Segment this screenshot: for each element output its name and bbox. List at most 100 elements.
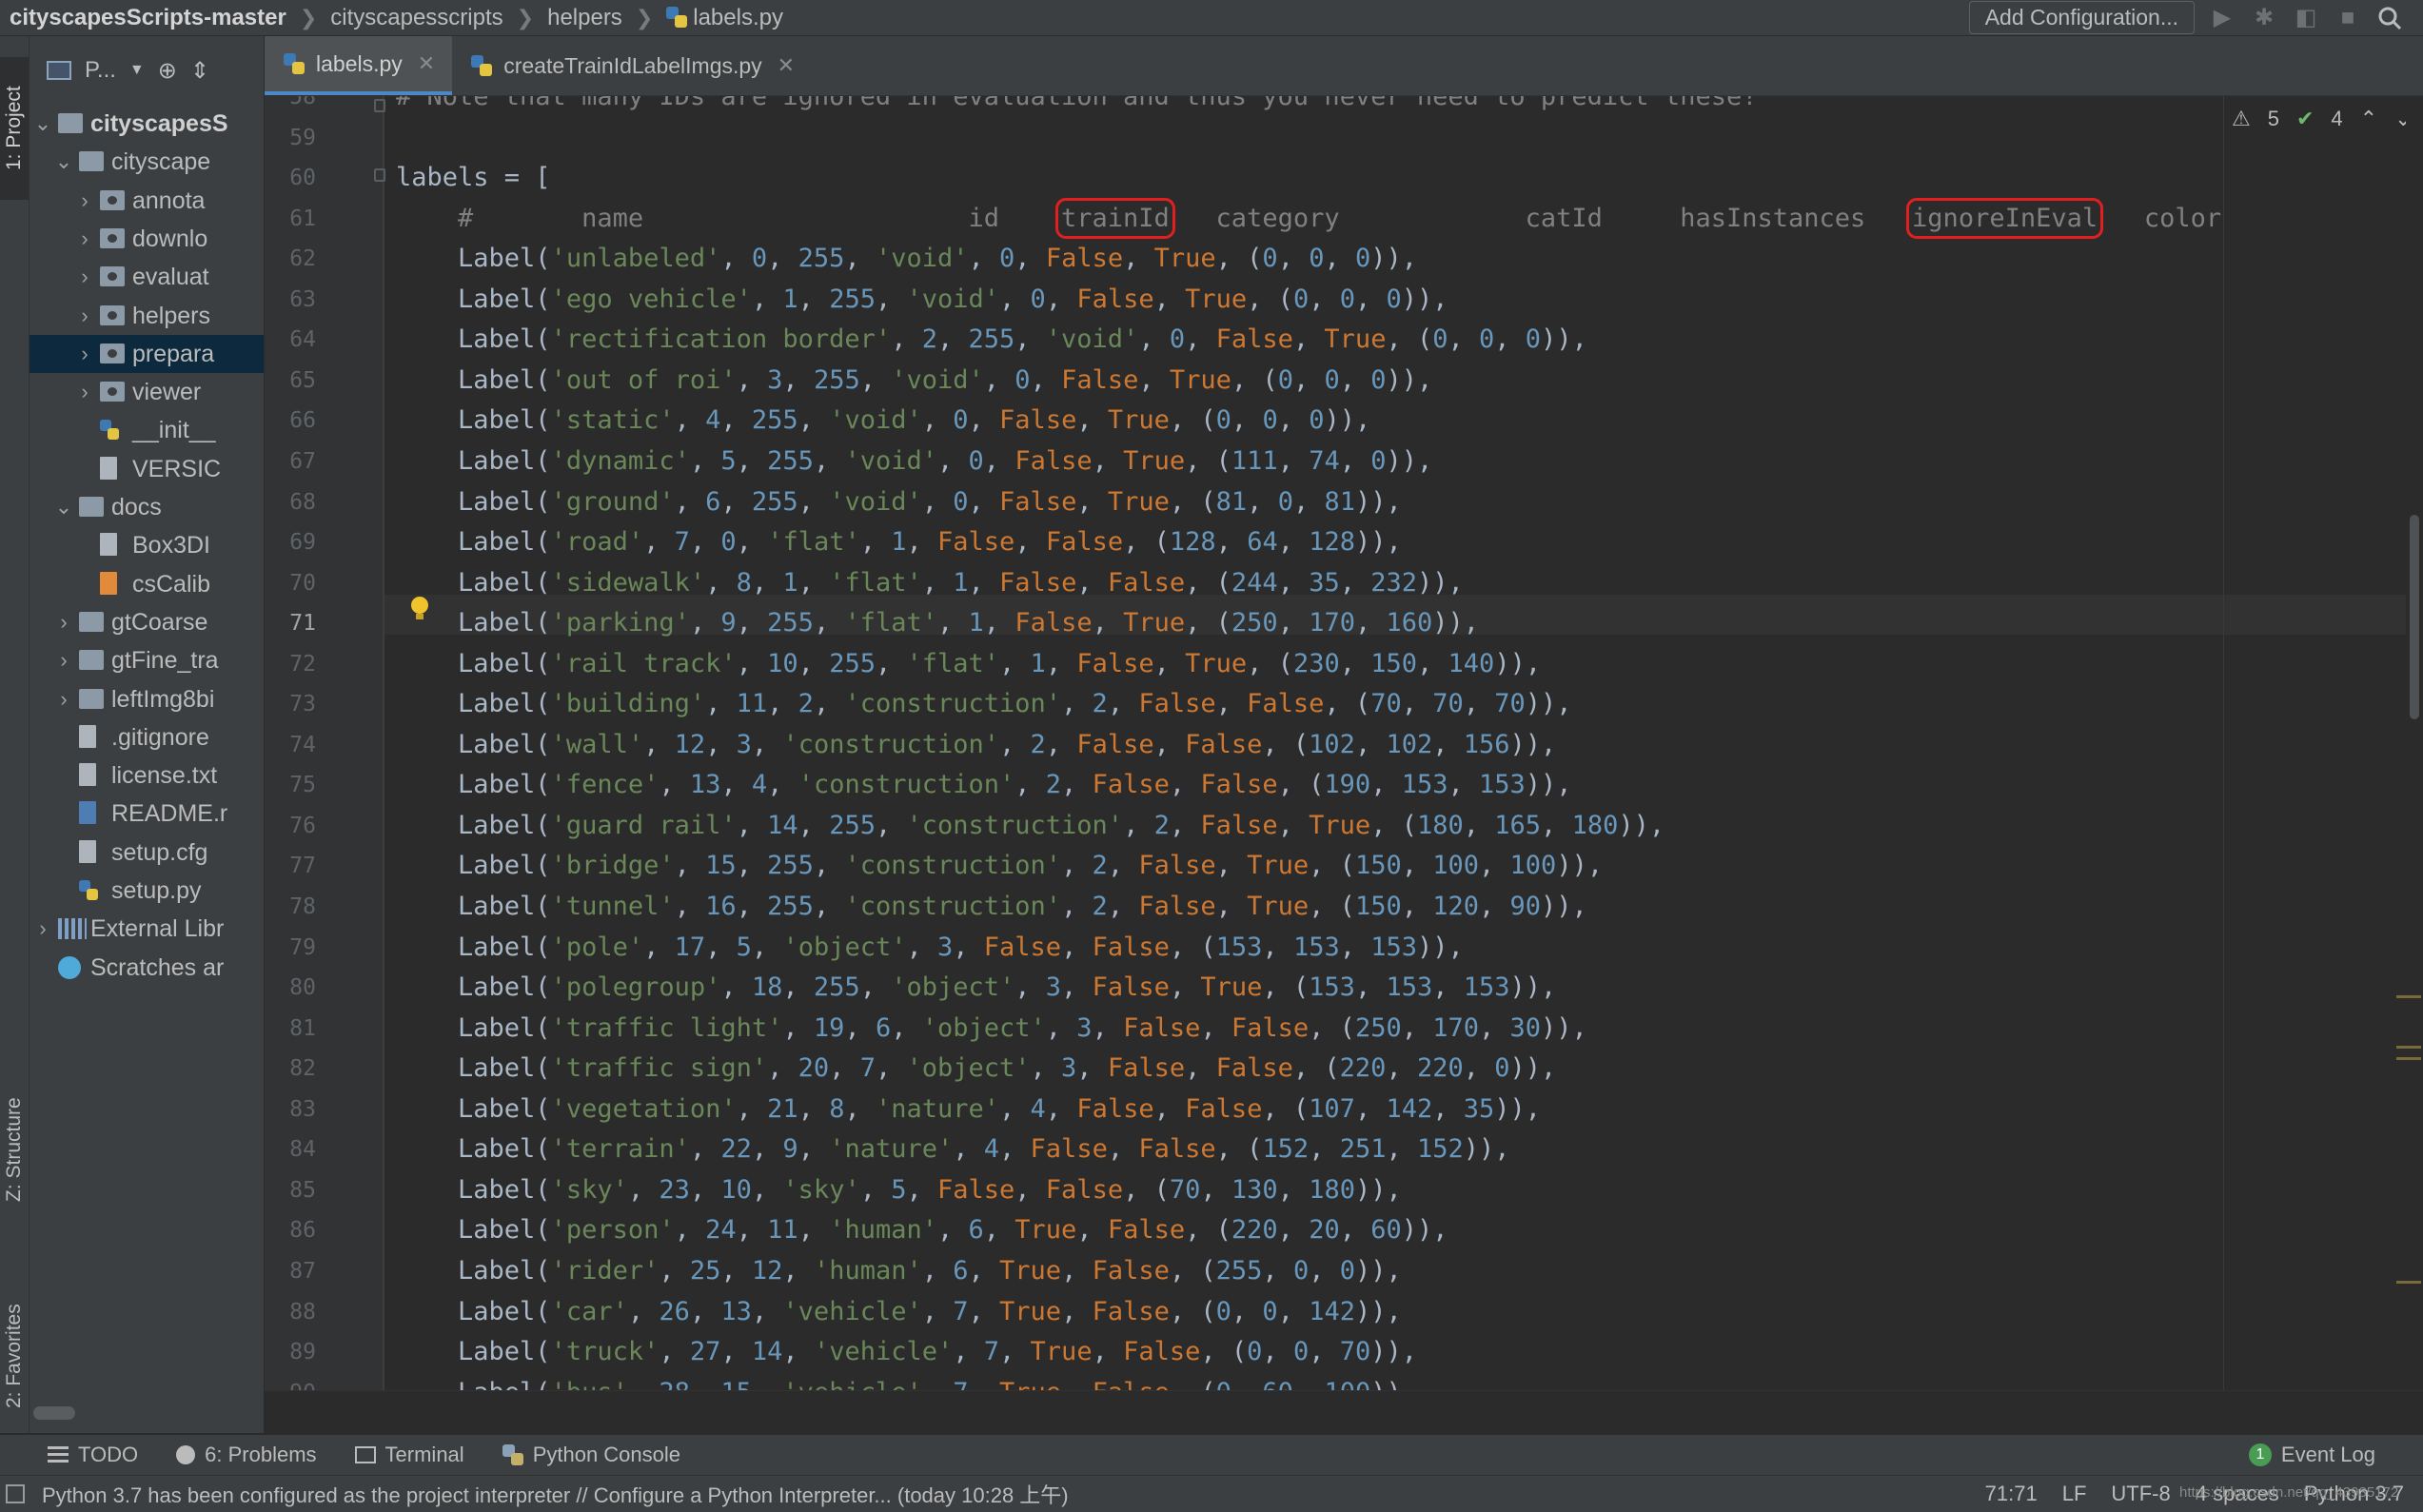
code-line[interactable]: Label('bridge', 15, 255, 'construction',…	[396, 846, 1603, 886]
tree-item[interactable]: setup.cfg	[30, 834, 264, 872]
code-line[interactable]: Label('out of roi', 3, 255, 'void', 0, F…	[396, 361, 1432, 401]
project-tool-tab[interactable]: 1: Project	[0, 57, 29, 200]
code-line[interactable]: Label('rectification border', 2, 255, 'v…	[396, 320, 1587, 360]
line-number[interactable]: 77	[265, 846, 316, 886]
code-line[interactable]: Label('ego vehicle', 1, 255, 'void', 0, …	[396, 280, 1448, 320]
line-number[interactable]: 59	[265, 118, 316, 158]
chevron-right-icon[interactable]: ›	[54, 641, 73, 679]
error-stripe-mark[interactable]	[2396, 1057, 2421, 1060]
close-icon[interactable]: ✕	[418, 51, 435, 76]
tree-item[interactable]: › viewer	[30, 373, 264, 411]
tree-item[interactable]: VERSIC	[30, 450, 264, 488]
editor-horizontal-scrollbar[interactable]	[265, 1390, 2423, 1435]
code-line[interactable]: # Note that many IDs are ignored in eval…	[396, 96, 1757, 117]
breadcrumb-folder[interactable]: helpers	[547, 5, 622, 31]
code-line[interactable]: Label('fence', 13, 4, 'construction', 2,…	[396, 765, 1572, 805]
line-number[interactable]: 65	[265, 361, 316, 401]
chevron-right-icon[interactable]: ›	[54, 680, 73, 718]
inspection-widget[interactable]: ⚠ 5 ✔ 4 ⌃ ⌄	[2232, 107, 2413, 131]
tab-createtrainidlabelimgs-py[interactable]: createTrainIdLabelImgs.py ✕	[452, 36, 812, 95]
python-console-tool-button[interactable]: Python Console	[483, 1443, 699, 1467]
line-number[interactable]: 89	[265, 1332, 316, 1372]
line-number[interactable]: 67	[265, 442, 316, 481]
tree-item[interactable]: __init__	[30, 411, 264, 449]
code-line[interactable]: # name id trainId category catId hasInst…	[396, 197, 2221, 239]
error-stripe-mark[interactable]	[2396, 1046, 2421, 1049]
line-number[interactable]: 62	[265, 239, 316, 279]
line-number[interactable]: 74	[265, 725, 316, 765]
chevron-down-icon[interactable]: ⌄	[54, 488, 73, 526]
line-number[interactable]: 60	[265, 158, 316, 198]
line-number[interactable]: 73	[265, 684, 316, 724]
line-number[interactable]: 81	[265, 1009, 316, 1049]
line-number[interactable]: 90	[265, 1373, 316, 1390]
line-number[interactable]: 70	[265, 563, 316, 603]
code-line[interactable]: Label('wall', 12, 3, 'construction', 2 , …	[396, 725, 1556, 765]
locate-file-icon[interactable]: ⊕	[158, 57, 177, 85]
breadcrumb-package[interactable]: cityscapesscripts	[330, 5, 502, 31]
line-number[interactable]: 75	[265, 765, 316, 805]
chevron-right-icon[interactable]: ›	[75, 335, 94, 373]
code-line[interactable]: Label('traffic light', 19, 6, 'object' , …	[396, 1009, 1587, 1049]
error-stripe-mark[interactable]	[2396, 1281, 2421, 1284]
line-number[interactable]: 72	[265, 644, 316, 684]
code-editor[interactable]: # Note that many IDs are ignored in eval…	[384, 96, 2406, 1390]
tree-item[interactable]: › gtCoarse	[30, 603, 264, 641]
scrollbar-thumb[interactable]	[2410, 515, 2419, 719]
code-line[interactable]: Label('dynamic', 5, 255, 'void', 0, Fals…	[396, 442, 1432, 481]
line-number[interactable]: 82	[265, 1049, 316, 1089]
line-number[interactable]: 88	[265, 1292, 316, 1332]
code-line[interactable]: Label('bus', 28, 15, 'vehicle', 7, True,…	[396, 1373, 1417, 1390]
code-line[interactable]: Label('terrain', 22, 9, 'nature', 4, Fal…	[396, 1129, 1510, 1169]
tree-item[interactable]: › annota	[30, 182, 264, 220]
tree-item[interactable]: ⌄ cityscapesS	[30, 105, 264, 143]
code-line[interactable]: Label('pole', 17, 5, 'object', 3, False,…	[396, 928, 1464, 968]
chevron-right-icon[interactable]: ›	[75, 297, 94, 335]
code-line[interactable]: Label('sidewalk', 8, 1, 'flat', 1, False…	[396, 563, 1464, 603]
tree-item[interactable]: Scratches ar	[30, 949, 264, 987]
caret-position[interactable]: 71:71	[1985, 1482, 2038, 1506]
tree-item[interactable]: Box3DI	[30, 526, 264, 564]
line-number[interactable]: 63	[265, 280, 316, 320]
debug-icon[interactable]: ✱	[2250, 4, 2278, 32]
collapse-all-icon[interactable]: ⇕	[190, 57, 209, 85]
code-line[interactable]: labels = [	[396, 158, 551, 198]
favorites-tool-tab[interactable]: 2: Favorites	[0, 1273, 29, 1440]
line-number[interactable]: 87	[265, 1251, 316, 1291]
previous-highlight-icon[interactable]: ⌃	[2360, 107, 2377, 131]
chevron-down-icon[interactable]: ⌄	[33, 105, 52, 143]
horizontal-scrollbar[interactable]	[33, 1406, 75, 1420]
tree-item[interactable]: license.txt	[30, 756, 264, 795]
code-line[interactable]: Label('parking', 9, 255, 'flat', 1, Fals…	[396, 603, 1479, 643]
line-number[interactable]: 61	[265, 199, 316, 239]
breadcrumb-project[interactable]: cityscapesScripts-master	[10, 5, 286, 31]
tree-item[interactable]: › prepara	[30, 334, 264, 373]
run-icon[interactable]: ▶	[2208, 4, 2236, 32]
line-number[interactable]: 85	[265, 1170, 316, 1210]
tree-item[interactable]: › leftImg8bi	[30, 680, 264, 718]
code-line[interactable]: Label('person', 24, 11, 'human', 6, True…	[396, 1210, 1448, 1250]
code-line[interactable]: Label('static', 4, 255, 'void', 0, False…	[396, 401, 1370, 441]
line-number[interactable]: 76	[265, 806, 316, 846]
vertical-scrollbar[interactable]	[2406, 96, 2423, 1390]
chevron-right-icon[interactable]: ›	[75, 182, 94, 220]
chevron-down-icon[interactable]: ⌄	[54, 143, 73, 181]
error-stripe-mark[interactable]	[2396, 995, 2421, 998]
close-icon[interactable]: ✕	[778, 53, 795, 78]
project-view-selector[interactable]: P...	[85, 57, 116, 84]
tree-item[interactable]: csCalib	[30, 565, 264, 603]
code-line[interactable]: Label('sky', 23, 10, 'sky', 5, False, Fa…	[396, 1170, 1402, 1210]
tab-labels-py[interactable]: labels.py ✕	[265, 36, 453, 95]
status-message[interactable]: Python 3.7 has been configured as the pr…	[42, 1479, 1069, 1509]
chevron-down-icon[interactable]: ▼	[129, 62, 145, 79]
tree-item[interactable]: setup.py	[30, 872, 264, 910]
line-number[interactable]: 79	[265, 928, 316, 968]
line-number[interactable]: 66	[265, 401, 316, 441]
stop-icon[interactable]: ■	[2334, 4, 2362, 32]
line-number[interactable]: 84	[265, 1129, 316, 1169]
todo-tool-button[interactable]: TODO	[0, 1443, 157, 1467]
chevron-right-icon[interactable]: ›	[75, 373, 94, 411]
breadcrumb-file[interactable]: labels.py	[666, 5, 783, 31]
tree-item[interactable]: › helpers	[30, 297, 264, 335]
tree-item[interactable]: › gtFine_tra	[30, 641, 264, 679]
